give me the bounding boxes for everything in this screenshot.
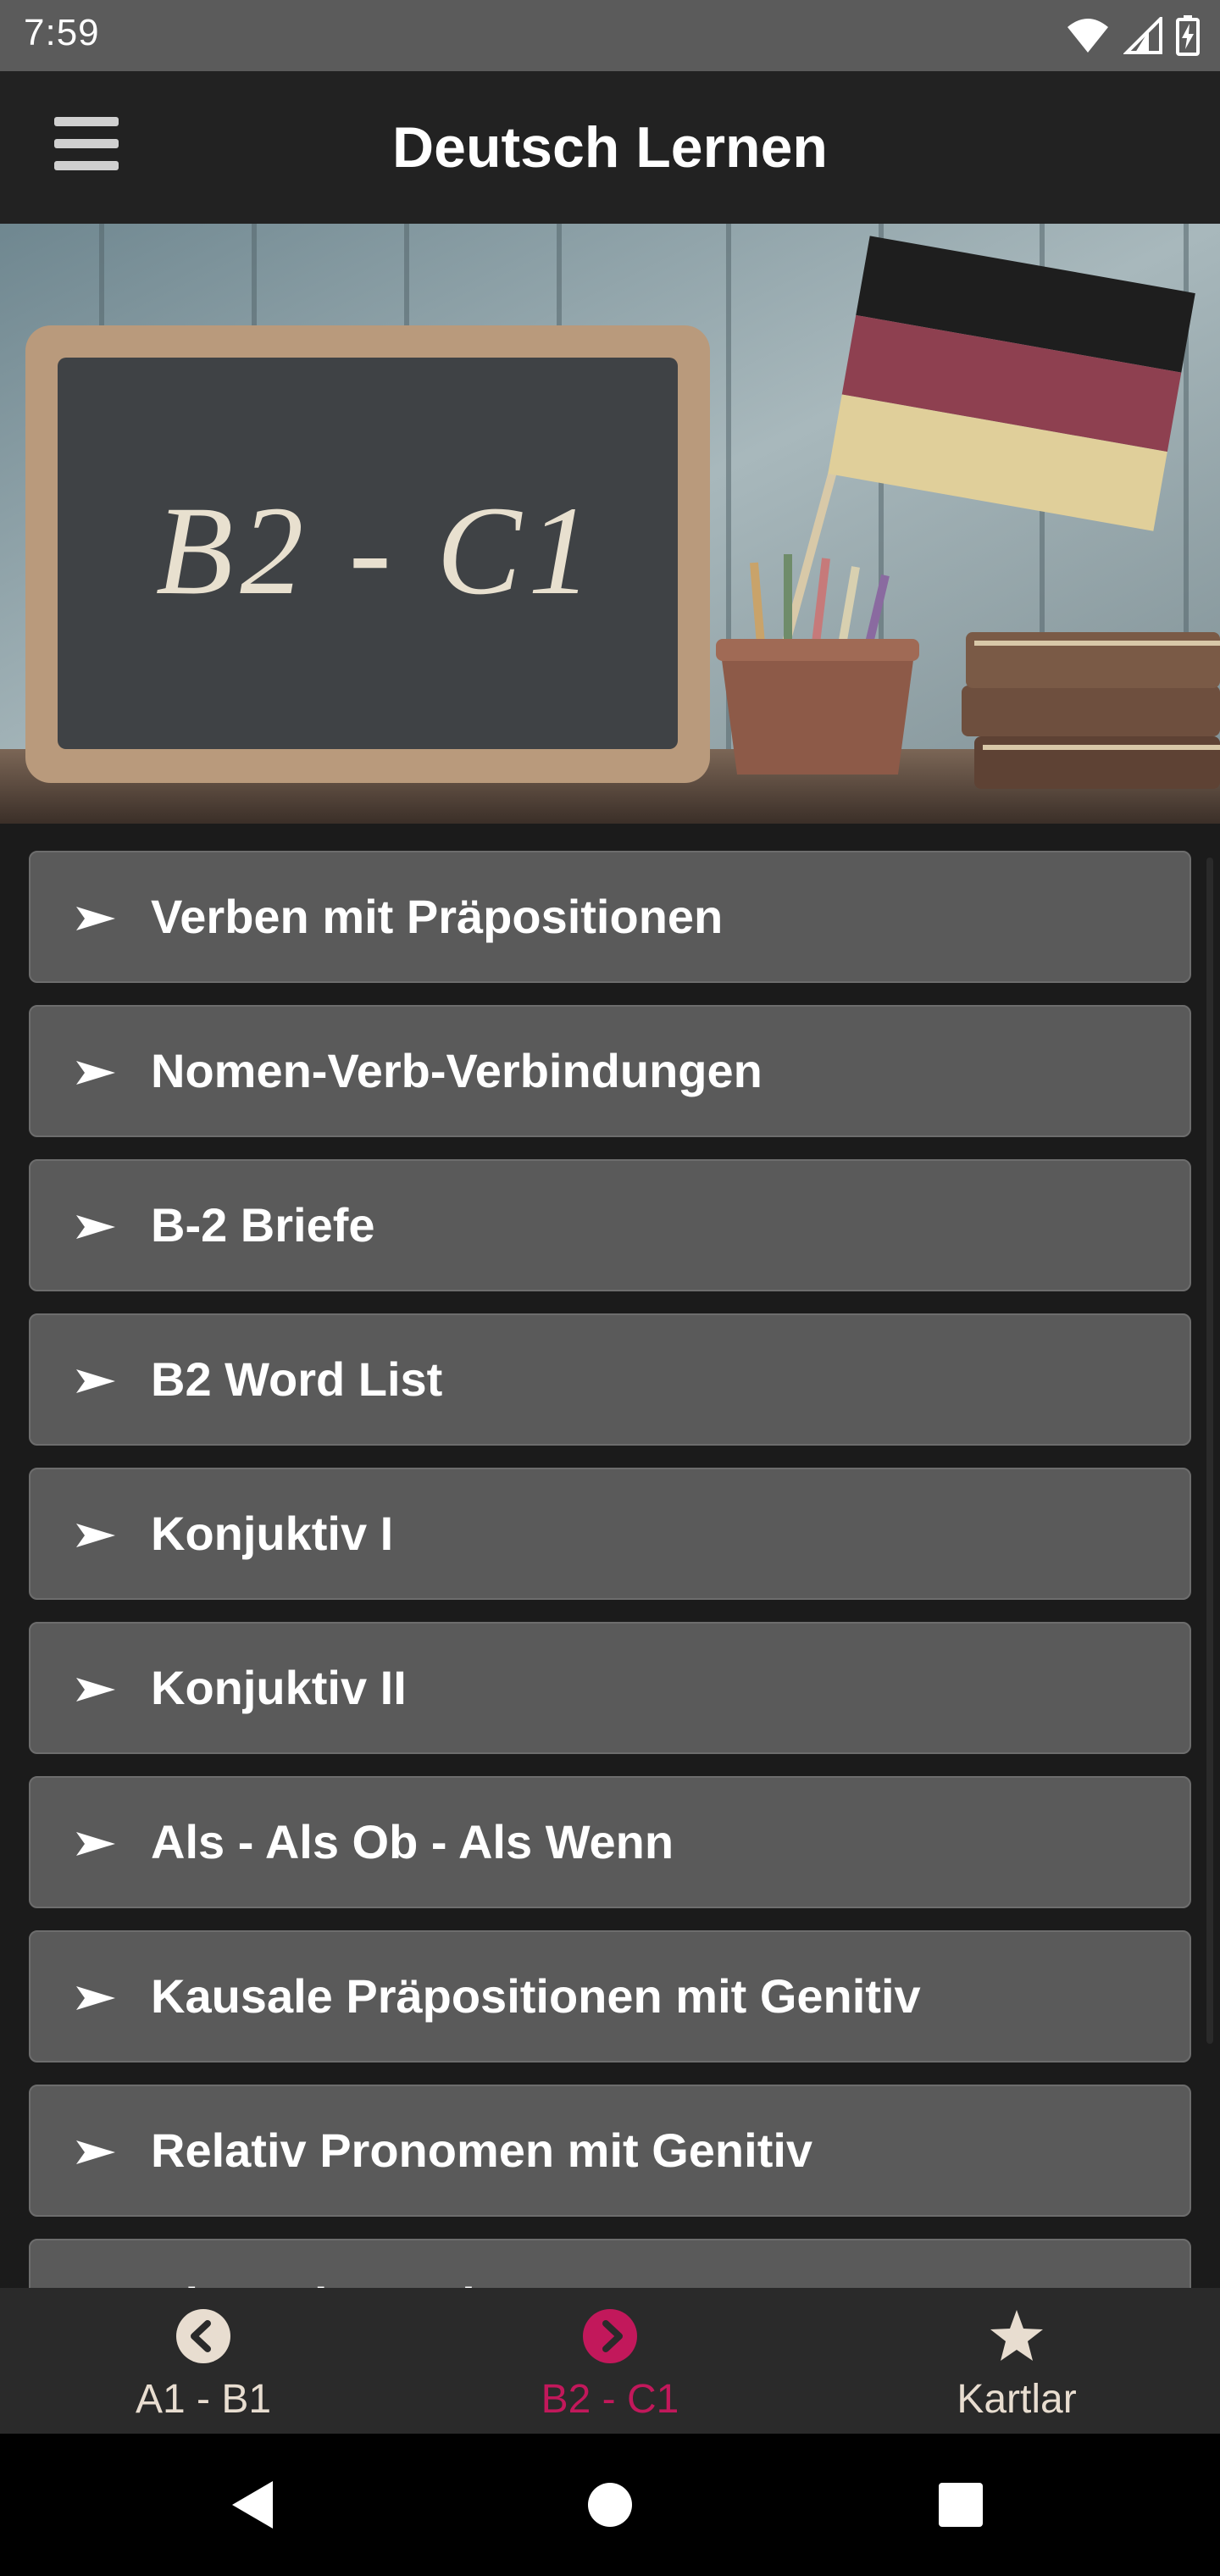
nav-item-b2-c1[interactable]: B2 - C1 xyxy=(407,2288,813,2434)
list-item-label: Nomen-Verb-Verbindungen xyxy=(151,1044,762,1097)
app-bar: Deutsch Lernen xyxy=(0,71,1220,224)
list-item[interactable]: Verben mit Präpositionen xyxy=(29,851,1191,983)
signal-icon xyxy=(1123,17,1162,54)
list-item[interactable]: B2 Word List xyxy=(29,1313,1191,1446)
nav-item-a1-b1[interactable]: A1 - B1 xyxy=(0,2288,407,2434)
system-nav-bar xyxy=(0,2434,1220,2576)
list-item[interactable]: Die Redewendungen xyxy=(29,2239,1191,2288)
nav-label: Kartlar xyxy=(957,2377,1077,2422)
arrow-right-icon xyxy=(76,2140,115,2164)
list-item-label: Konjuktiv II xyxy=(151,1661,407,1714)
nav-item-kartlar[interactable]: Kartlar xyxy=(813,2288,1220,2434)
list-item[interactable]: Nomen-Verb-Verbindungen xyxy=(29,1005,1191,1137)
arrow-right-icon xyxy=(76,1061,115,1085)
back-icon[interactable] xyxy=(220,2471,288,2539)
status-time: 7:59 xyxy=(24,12,100,53)
status-bar: 7:59 xyxy=(0,0,1220,71)
list-item-label: Kausale Präpositionen mit Genitiv xyxy=(151,1969,921,2023)
nav-label: A1 - B1 xyxy=(135,2377,272,2422)
wifi-icon xyxy=(1068,19,1108,53)
chalkboard-text: B2 - C1 xyxy=(155,480,599,621)
status-icons xyxy=(1066,14,1200,58)
chevron-right-circle-icon xyxy=(583,2309,637,2363)
list-item[interactable]: Konjuktiv II xyxy=(29,1622,1191,1754)
arrow-right-icon xyxy=(76,1678,115,1702)
arrow-right-icon xyxy=(76,1215,115,1239)
recents-icon[interactable] xyxy=(927,2471,995,2539)
nav-label: B2 - C1 xyxy=(541,2377,679,2422)
battery-charging-icon xyxy=(1176,15,1200,56)
page-title: Deutsch Lernen xyxy=(392,115,828,180)
arrow-right-icon xyxy=(76,1986,115,2010)
list-item-label: Relativ Pronomen mit Genitiv xyxy=(151,2124,813,2177)
hamburger-menu-icon[interactable] xyxy=(44,110,129,185)
list-item-label: B2 Word List xyxy=(151,1352,443,1406)
hero-image: B2 - C1 xyxy=(0,224,1220,824)
home-icon[interactable] xyxy=(576,2471,644,2539)
arrow-right-icon xyxy=(76,1524,115,1547)
list-item[interactable]: Kausale Präpositionen mit Genitiv xyxy=(29,1930,1191,2062)
list-item-label: B-2 Briefe xyxy=(151,1198,375,1252)
list-item-label: Konjuktiv I xyxy=(151,1507,394,1560)
list-item-label: Als - Als Ob - Als Wenn xyxy=(151,1815,674,1868)
chevron-left-circle-icon xyxy=(176,2309,230,2363)
list-item-label: Verben mit Präpositionen xyxy=(151,890,724,943)
star-icon xyxy=(990,2310,1043,2361)
list-item[interactable]: B-2 Briefe xyxy=(29,1159,1191,1291)
bottom-nav: A1 - B1 B2 - C1 Kartlar xyxy=(0,2288,1220,2434)
arrow-right-icon xyxy=(76,907,115,930)
topic-list: Verben mit Präpositionen Nomen-Verb-Verb… xyxy=(0,824,1220,2288)
list-item-label: Die Redewendungen xyxy=(151,2240,618,2288)
arrow-right-icon xyxy=(76,1369,115,1393)
scrollbar[interactable] xyxy=(1206,858,1213,2044)
arrow-right-icon xyxy=(76,1832,115,1856)
list-item[interactable]: Als - Als Ob - Als Wenn xyxy=(29,1776,1191,1908)
list-item[interactable]: Relativ Pronomen mit Genitiv xyxy=(29,2085,1191,2217)
list-item[interactable]: Konjuktiv I xyxy=(29,1468,1191,1600)
